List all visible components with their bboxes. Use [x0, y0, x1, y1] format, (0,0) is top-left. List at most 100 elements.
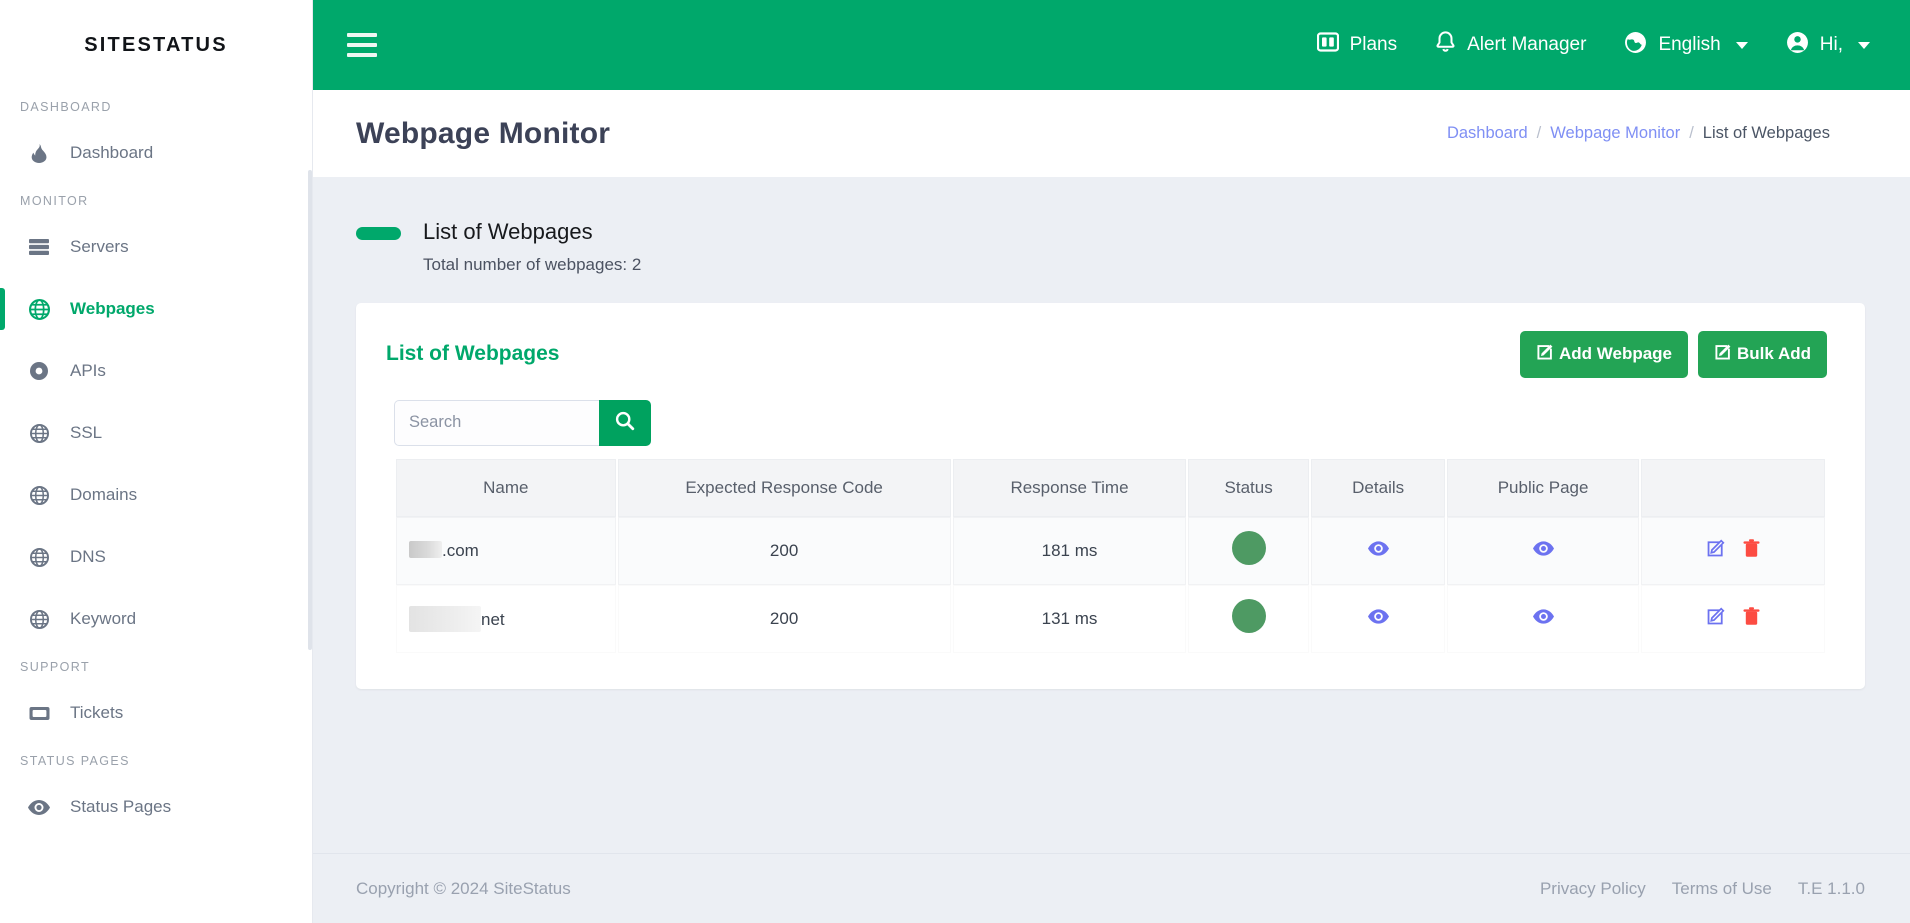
cell-name: .com: [396, 516, 616, 585]
top-nav: Plans Alert Manager English Hi,: [1316, 31, 1870, 60]
col-status: Status: [1188, 458, 1309, 517]
add-webpage-label: Add Webpage: [1558, 344, 1673, 364]
section-subtitle: Total number of webpages: 2: [423, 254, 642, 274]
sidebar-item-keyword[interactable]: Keyword: [0, 588, 312, 650]
breadcrumb: Dashboard / Webpage Monitor / List of We…: [1447, 124, 1830, 143]
webpages-card: List of Webpages Add Webpage Bulk Add Se…: [356, 302, 1865, 689]
globe-icon: [28, 298, 50, 320]
circle-dot-icon: [28, 361, 50, 381]
topnav-user-menu[interactable]: Hi,: [1786, 31, 1870, 60]
sidebar-section-status-pages: STATUS PAGES: [20, 754, 130, 768]
sidebar-item-label: Webpages: [70, 299, 155, 318]
section-marker-pill: [356, 227, 401, 240]
page-title: Webpage Monitor: [356, 116, 611, 150]
footer-terms-of-use-link[interactable]: Terms of Use: [1672, 879, 1772, 899]
sidebar-item-label: DNS: [70, 547, 106, 566]
eye-icon[interactable]: [1532, 541, 1554, 556]
topnav-label: Hi,: [1819, 34, 1843, 55]
col-name: Name: [396, 458, 616, 517]
table-body: .com 200 181 ms net 200 131 ms: [396, 516, 1825, 653]
eye-icon[interactable]: [1532, 609, 1554, 624]
cell-expected-response-code: 200: [617, 516, 951, 585]
sidebar-scrollbar[interactable]: [308, 170, 312, 650]
sidebar-item-label: Servers: [70, 237, 129, 256]
sidebar-item-ssl[interactable]: SSL: [0, 402, 312, 464]
server-icon: [28, 238, 50, 256]
edit-square-icon[interactable]: [1706, 539, 1725, 558]
search-input[interactable]: [394, 399, 599, 446]
table-header-row: Name Expected Response Code Response Tim…: [396, 458, 1825, 517]
sidebar-item-label: Domains: [70, 485, 138, 504]
top-header: Plans Alert Manager English Hi,: [313, 0, 1910, 90]
topnav-plans[interactable]: Plans: [1316, 32, 1398, 58]
bulk-add-button[interactable]: Bulk Add: [1698, 330, 1827, 378]
plans-icon: [1316, 32, 1339, 58]
sidebar-item-label: Status Pages: [70, 797, 172, 816]
bulk-add-label: Bulk Add: [1737, 344, 1811, 364]
footer-privacy-policy-link[interactable]: Privacy Policy: [1540, 879, 1646, 899]
cell-status: [1188, 584, 1309, 653]
globe-icon: [28, 423, 50, 443]
page-titlebar: Webpage Monitor Dashboard / Webpage Moni…: [313, 90, 1910, 177]
trash-icon[interactable]: [1743, 606, 1760, 626]
globe-icon: [28, 547, 50, 567]
cell-status: [1188, 516, 1309, 585]
table-row: net 200 131 ms: [396, 584, 1825, 653]
sidebar-item-tickets[interactable]: Tickets: [0, 682, 312, 744]
card-header: List of Webpages Add Webpage Bulk Add: [356, 303, 1865, 400]
section-title: List of Webpages: [423, 219, 593, 244]
add-webpage-button[interactable]: Add Webpage: [1519, 330, 1689, 378]
col-expected-response-code: Expected Response Code: [617, 458, 951, 517]
flame-icon: [28, 143, 50, 163]
card-title: List of Webpages: [386, 342, 560, 366]
search-button[interactable]: [599, 399, 651, 446]
app-root: SITESTATUS DASHBOARD Dashboard MONITOR S…: [0, 0, 1910, 923]
eye-icon[interactable]: [1367, 541, 1389, 556]
sidebar-item-dns[interactable]: DNS: [0, 526, 312, 588]
section-header: List of Webpages Total number of webpage…: [356, 217, 1865, 275]
card-actions: Add Webpage Bulk Add: [1519, 330, 1827, 378]
sidebar: SITESTATUS DASHBOARD Dashboard MONITOR S…: [0, 0, 313, 923]
redacted-name: [409, 605, 481, 632]
edit-square-icon[interactable]: [1706, 607, 1725, 626]
bell-icon: [1435, 31, 1456, 59]
topnav-label: English: [1658, 34, 1721, 55]
cell-response-time: 181 ms: [952, 516, 1187, 585]
breadcrumb-dashboard[interactable]: Dashboard: [1447, 124, 1528, 143]
sidebar-item-servers[interactable]: Servers: [0, 216, 312, 278]
webpages-table: Name Expected Response Code Response Tim…: [394, 458, 1827, 653]
topnav-alert-manager[interactable]: Alert Manager: [1435, 31, 1586, 59]
page-footer: Copyright © 2024 SiteStatus Privacy Poli…: [313, 853, 1910, 923]
sidebar-item-domains[interactable]: Domains: [0, 464, 312, 526]
sidebar-section-monitor: MONITOR: [20, 194, 89, 208]
sidebar-item-status-pages[interactable]: Status Pages: [0, 776, 312, 838]
sidebar-item-label: Tickets: [70, 703, 124, 722]
main-content: List of Webpages Total number of webpage…: [313, 177, 1910, 853]
breadcrumb-separator: /: [1689, 124, 1694, 142]
chevron-down-icon: [1858, 41, 1870, 49]
hamburger-icon[interactable]: [347, 33, 377, 57]
main-column: Plans Alert Manager English Hi, Webpage …: [313, 0, 1910, 923]
breadcrumb-webpage-monitor[interactable]: Webpage Monitor: [1550, 124, 1680, 143]
col-actions: [1640, 458, 1825, 517]
topnav-language[interactable]: English: [1624, 31, 1748, 60]
trash-icon[interactable]: [1743, 538, 1760, 558]
eye-icon[interactable]: [1367, 609, 1389, 624]
cell-details: [1310, 516, 1446, 585]
sidebar-item-apis[interactable]: APIs: [0, 340, 312, 402]
eye-icon: [28, 799, 50, 815]
card-body: Name Expected Response Code Response Tim…: [356, 399, 1865, 653]
table-row: .com 200 181 ms: [396, 516, 1825, 585]
status-badge: [1231, 531, 1266, 566]
breadcrumb-current: List of Webpages: [1702, 124, 1830, 142]
sidebar-item-dashboard[interactable]: Dashboard: [0, 122, 312, 184]
breadcrumb-separator: /: [1536, 124, 1542, 142]
sidebar-item-label: Dashboard: [70, 143, 154, 162]
brand-logo: SITESTATUS: [84, 33, 228, 56]
col-details: Details: [1310, 458, 1446, 517]
table-head: Name Expected Response Code Response Tim…: [396, 458, 1825, 517]
sidebar-item-webpages[interactable]: Webpages: [0, 278, 312, 340]
cell-expected-response-code: 200: [617, 584, 951, 653]
topnav-label: Plans: [1349, 34, 1398, 55]
col-public-page: Public Page: [1447, 458, 1639, 517]
